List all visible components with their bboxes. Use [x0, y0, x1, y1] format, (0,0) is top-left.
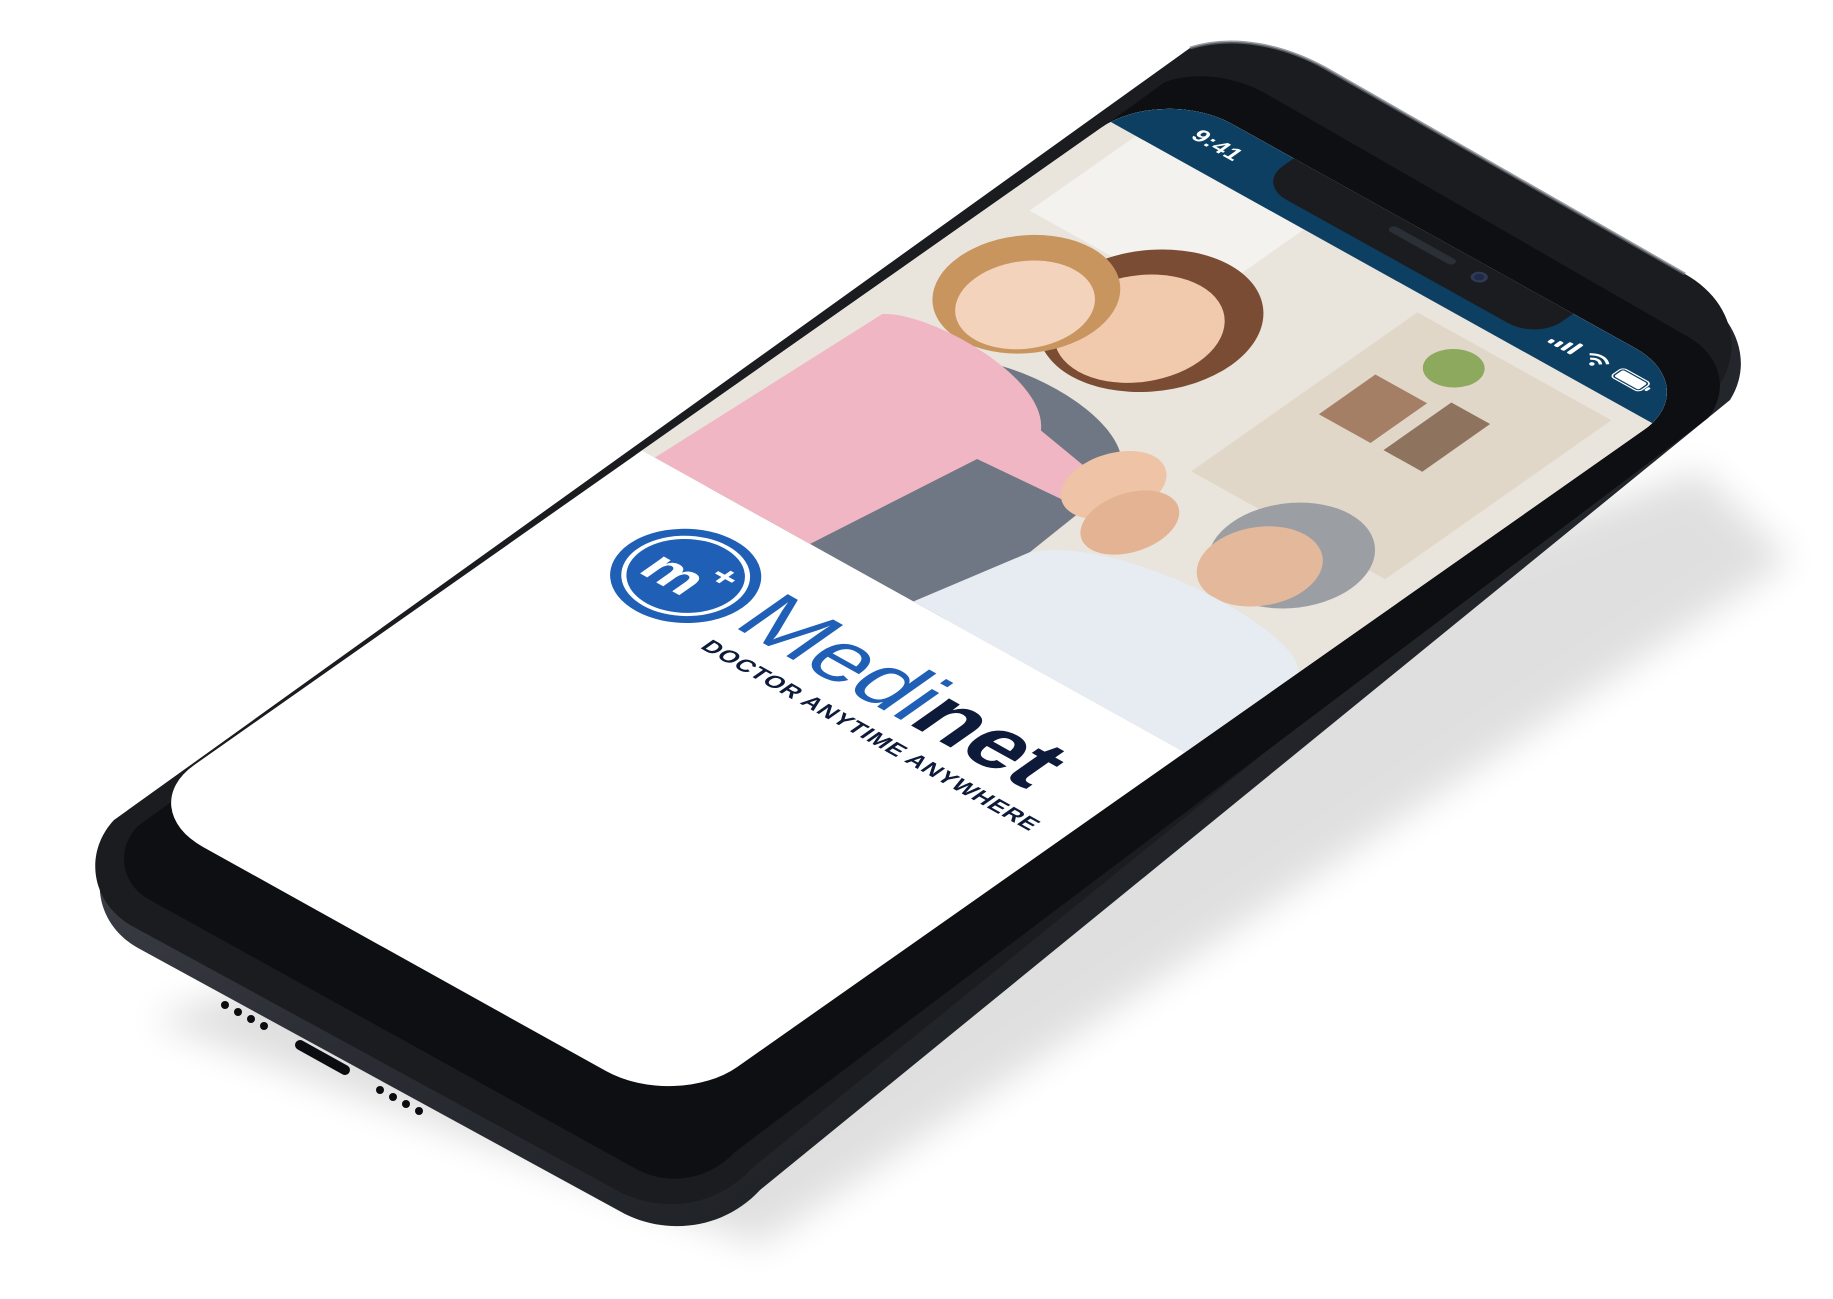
front-camera [1467, 269, 1492, 285]
wifi-icon [1579, 350, 1613, 371]
signal-strength-icon [1546, 332, 1584, 355]
status-time: 9:41 [1184, 126, 1249, 165]
battery-icon [1609, 367, 1656, 395]
app-mockup-stage: 9:41 m + Medinet DOCTOR ANYTIME ANYWHERE [0, 0, 1833, 1299]
